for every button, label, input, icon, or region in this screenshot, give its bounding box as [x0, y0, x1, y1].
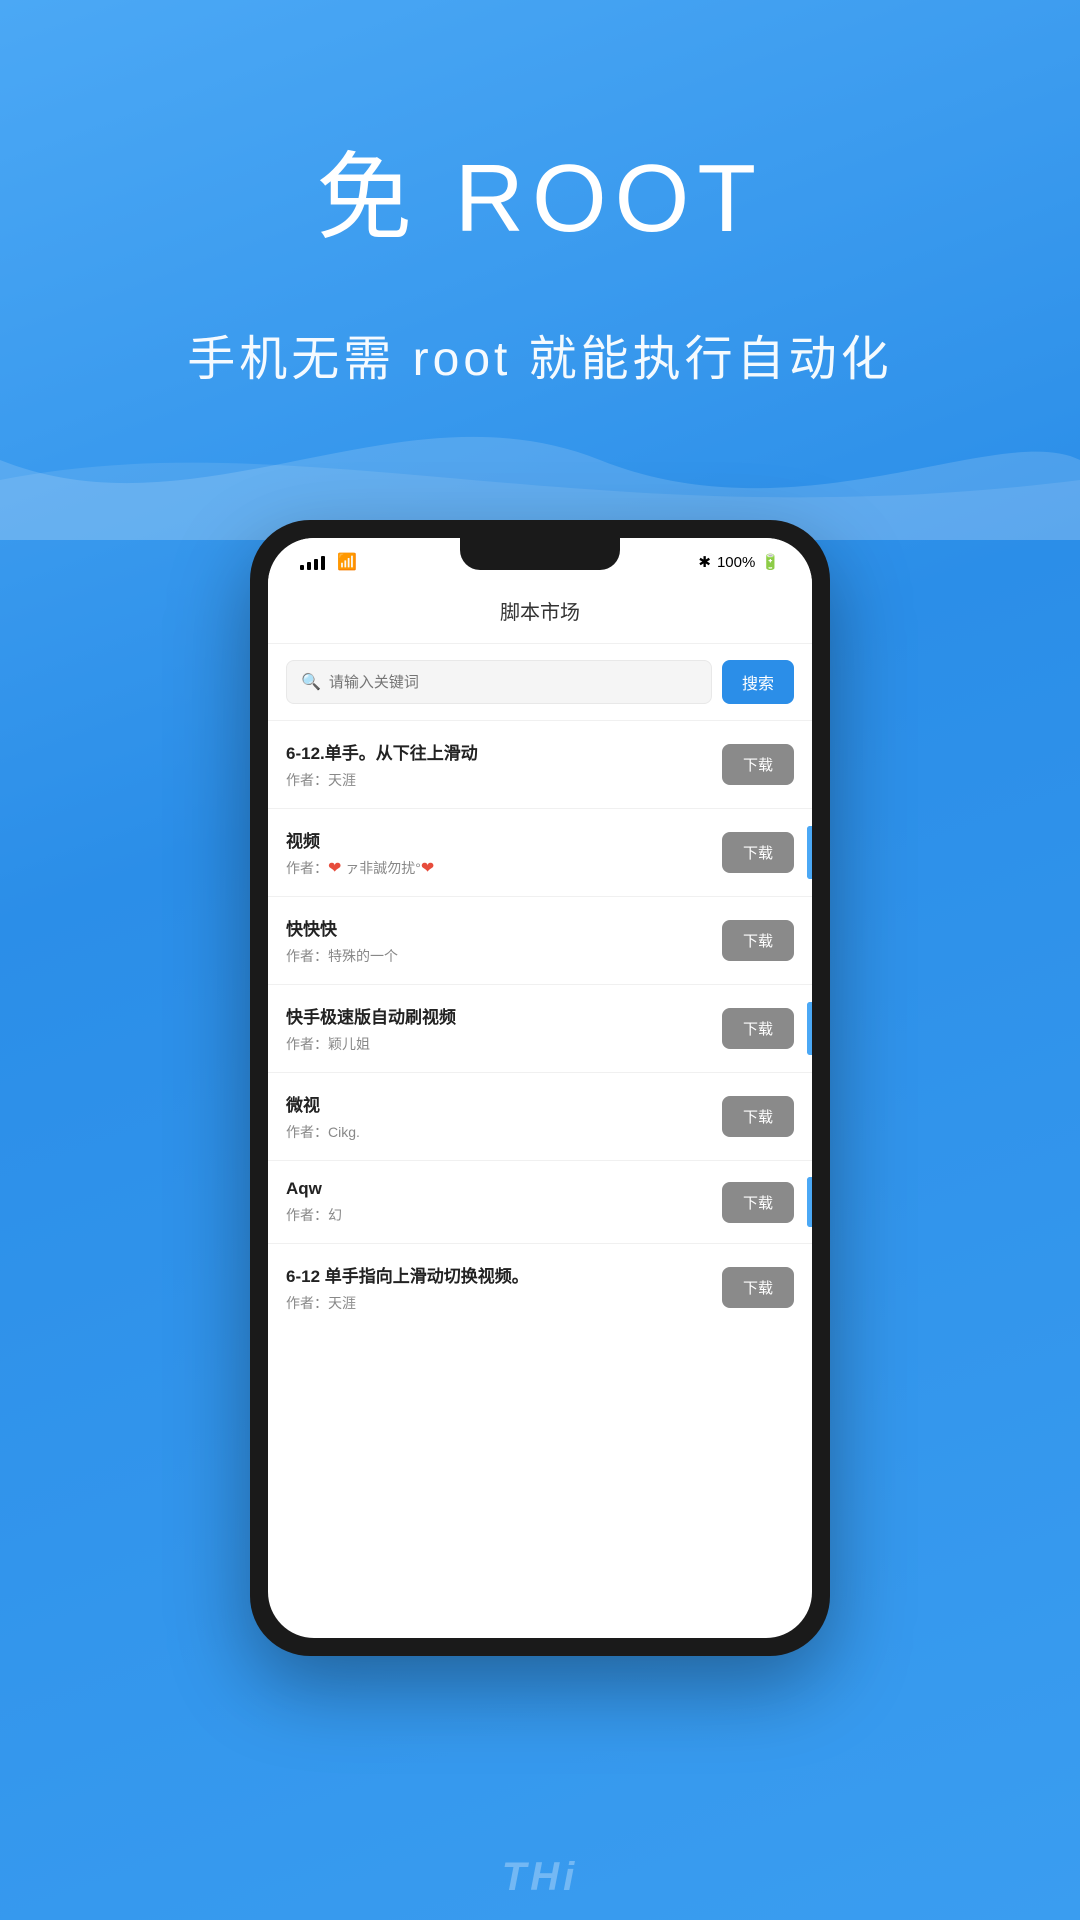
- script-name: 6-12 单手指向上滑动切换视频。: [286, 1262, 722, 1287]
- script-name: 快快快: [286, 915, 722, 940]
- phone-frame: 📶 9:41 AM ✱ 100% 🔋 脚本市场 🔍 搜索: [250, 520, 830, 1656]
- phone-notch: [460, 538, 620, 570]
- script-author: 作者：幻: [286, 1205, 722, 1225]
- script-author: 作者：天涯: [286, 770, 722, 790]
- wifi-icon: 📶: [337, 552, 357, 572]
- highlight-bar: [807, 1177, 812, 1226]
- battery-icon: 🔋: [761, 553, 780, 571]
- signal-bars: [300, 554, 325, 570]
- phone-mockup: 📶 9:41 AM ✱ 100% 🔋 脚本市场 🔍 搜索: [250, 520, 830, 1656]
- heart-icon: ❤: [328, 860, 341, 877]
- highlight-bar: [807, 1002, 812, 1054]
- app-header: 脚本市场: [268, 580, 812, 644]
- download-button[interactable]: 下载: [722, 1182, 794, 1223]
- list-item: 快手极速版自动刷视频 作者：颖儿姐 下载: [268, 985, 812, 1073]
- search-input-wrapper[interactable]: 🔍: [286, 660, 712, 704]
- signal-bar-2: [307, 562, 311, 570]
- bluetooth-icon: ✱: [698, 553, 711, 571]
- script-info: 快手极速版自动刷视频 作者：颖儿姐: [286, 1003, 722, 1054]
- script-name: 快手极速版自动刷视频: [286, 1003, 722, 1028]
- list-item: 6-12.单手。从下往上滑动 作者：天涯 下载: [268, 721, 812, 809]
- list-item: 6-12 单手指向上滑动切换视频。 作者：天涯 下载: [268, 1244, 812, 1331]
- status-right: ✱ 100% 🔋: [698, 553, 780, 571]
- battery-percent: 100%: [717, 554, 755, 571]
- script-name: Aqw: [286, 1179, 722, 1199]
- download-button[interactable]: 下载: [722, 1008, 794, 1049]
- script-list: 6-12.单手。从下往上滑动 作者：天涯 下载 视频 作者：❤ ︎ァ非誠勿扰°❤…: [268, 721, 812, 1331]
- download-button[interactable]: 下载: [722, 1267, 794, 1308]
- script-info: 微视 作者：Cikg.: [286, 1091, 722, 1142]
- hero-section: 免 ROOT 手机无需 root 就能执行自动化: [0, 0, 1080, 389]
- script-author: 作者：颖儿姐: [286, 1034, 722, 1054]
- download-button[interactable]: 下载: [722, 920, 794, 961]
- watermark-area: THi: [0, 1855, 1080, 1900]
- hero-title: 免 ROOT: [316, 120, 764, 259]
- list-item: 视频 作者：❤ ︎ァ非誠勿扰°❤ 下载: [268, 809, 812, 897]
- script-author: 作者：天涯: [286, 1293, 722, 1313]
- script-info: Aqw 作者：幻: [286, 1179, 722, 1225]
- script-name: 视频: [286, 827, 722, 852]
- signal-bar-1: [300, 565, 304, 570]
- script-info: 快快快 作者：特殊的一个: [286, 915, 722, 966]
- script-info: 视频 作者：❤ ︎ァ非誠勿扰°❤: [286, 827, 722, 878]
- script-name: 6-12.单手。从下往上滑动: [286, 739, 722, 764]
- script-info: 6-12.单手。从下往上滑动 作者：天涯: [286, 739, 722, 790]
- script-name: 微视: [286, 1091, 722, 1116]
- signal-bar-4: [321, 556, 325, 570]
- script-author: 作者：❤ ︎ァ非誠勿扰°❤: [286, 858, 722, 878]
- watermark-text: THi: [502, 1855, 578, 1900]
- list-item: 微视 作者：Cikg. 下载: [268, 1073, 812, 1161]
- search-icon: 🔍: [301, 672, 321, 692]
- download-button[interactable]: 下载: [722, 744, 794, 785]
- search-section: 🔍 搜索: [268, 644, 812, 721]
- app-title: 脚本市场: [500, 602, 580, 624]
- download-button[interactable]: 下载: [722, 832, 794, 873]
- search-button[interactable]: 搜索: [722, 660, 794, 704]
- script-info: 6-12 单手指向上滑动切换视频。 作者：天涯: [286, 1262, 722, 1313]
- phone-screen: 📶 9:41 AM ✱ 100% 🔋 脚本市场 🔍 搜索: [268, 538, 812, 1638]
- download-button[interactable]: 下载: [722, 1096, 794, 1137]
- hero-subtitle: 手机无需 root 就能执行自动化: [187, 319, 892, 389]
- highlight-bar: [807, 826, 812, 878]
- status-left: 📶: [300, 552, 357, 572]
- list-item: Aqw 作者：幻 下载: [268, 1161, 812, 1244]
- search-input[interactable]: [329, 674, 697, 691]
- heart-icon-2: ❤: [421, 860, 434, 877]
- list-item: 快快快 作者：特殊的一个 下载: [268, 897, 812, 985]
- script-author: 作者：Cikg.: [286, 1122, 722, 1142]
- wave-decoration: [0, 380, 1080, 540]
- script-author: 作者：特殊的一个: [286, 946, 722, 966]
- signal-bar-3: [314, 559, 318, 570]
